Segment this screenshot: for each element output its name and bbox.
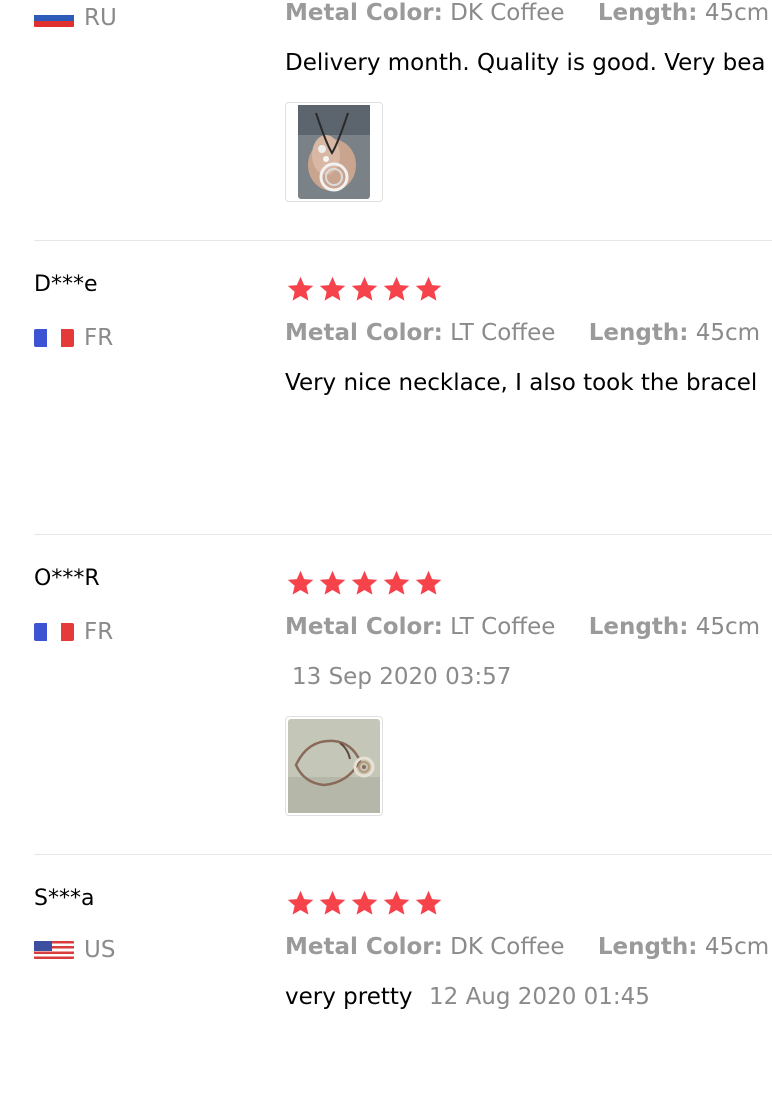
review-attributes: Metal Color: DK Coffee Length: 45cm xyxy=(285,0,769,26)
reviewer-name: D***e xyxy=(34,272,98,297)
reviewer-name: S***a xyxy=(34,886,95,911)
review-text: Very nice necklace, I also took the brac… xyxy=(285,370,758,396)
attribute-label: Metal Color: xyxy=(285,614,443,640)
star-icon xyxy=(287,570,314,595)
reviewer-name: O***R xyxy=(34,566,100,591)
reviewer-country: FR xyxy=(34,619,113,645)
star-icon xyxy=(351,890,378,915)
attribute-label: Metal Color: xyxy=(285,320,443,346)
country-code: FR xyxy=(84,325,114,351)
country-code: FR xyxy=(84,619,114,645)
country-code: US xyxy=(84,937,116,963)
star-icon xyxy=(287,890,314,915)
review-attributes: Metal Color: LT Coffee Length: 45cm xyxy=(285,320,772,346)
necklace-on-table-photo xyxy=(288,719,380,813)
attribute-value: DK Coffee xyxy=(450,934,565,960)
review-attributes: Metal Color: LT Coffee Length: 45cm xyxy=(285,614,772,640)
attribute-label: Length: xyxy=(597,0,698,26)
attribute-label: Metal Color: xyxy=(285,0,443,26)
star-icon xyxy=(351,570,378,595)
review-date: 13 Sep 2020 03:57 xyxy=(292,664,512,690)
attribute-label: Length: xyxy=(588,320,689,346)
review-photo-thumbnail[interactable] xyxy=(285,716,383,816)
star-rating xyxy=(286,889,443,917)
star-icon xyxy=(287,276,314,301)
star-icon xyxy=(319,276,346,301)
attribute-value: LT Coffee xyxy=(450,320,556,346)
star-icon xyxy=(415,276,442,301)
attribute-label: Metal Color: xyxy=(285,934,443,960)
review-text: very pretty xyxy=(285,984,413,1010)
france-flag-icon xyxy=(34,329,74,347)
star-rating xyxy=(286,569,443,597)
star-icon xyxy=(319,570,346,595)
reviewer-country: FR xyxy=(34,325,113,351)
star-rating xyxy=(286,275,443,303)
attribute-value: 45cm xyxy=(704,934,770,960)
attribute-value: 45cm xyxy=(704,0,770,26)
star-icon xyxy=(319,890,346,915)
star-icon xyxy=(351,276,378,301)
star-icon xyxy=(383,890,410,915)
review-date: 12 Aug 2020 01:45 xyxy=(429,984,650,1010)
review-attributes: Metal Color: DK Coffee Length: 45cm xyxy=(285,934,769,960)
necklace-in-hand-photo xyxy=(298,105,370,199)
review-photo-thumbnail[interactable] xyxy=(285,102,383,202)
review-divider xyxy=(34,240,772,241)
usa-flag-icon xyxy=(34,941,74,959)
review-divider xyxy=(34,534,772,535)
reviewer-country: US xyxy=(34,937,115,963)
attribute-label: Length: xyxy=(588,614,689,640)
star-icon xyxy=(383,570,410,595)
review-text: Delivery month. Quality is good. Very be… xyxy=(285,50,766,76)
france-flag-icon xyxy=(34,623,74,641)
attribute-value: 45cm xyxy=(695,320,761,346)
star-icon xyxy=(415,570,442,595)
attribute-value: 45cm xyxy=(695,614,761,640)
russia-flag-icon xyxy=(34,9,74,27)
attribute-label: Length: xyxy=(597,934,698,960)
star-icon xyxy=(383,276,410,301)
star-icon xyxy=(415,890,442,915)
attribute-value: LT Coffee xyxy=(450,614,556,640)
review-divider xyxy=(34,854,772,855)
attribute-value: DK Coffee xyxy=(450,0,565,26)
country-code: RU xyxy=(84,5,117,31)
reviewer-country: RU xyxy=(34,5,117,31)
